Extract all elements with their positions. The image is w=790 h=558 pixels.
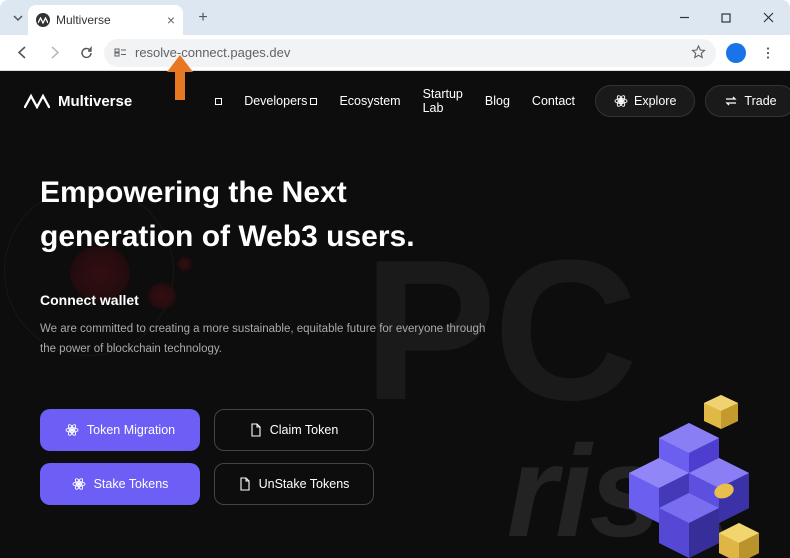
close-window-button[interactable]: [754, 4, 782, 32]
back-button[interactable]: [8, 39, 36, 67]
nav-item-contact[interactable]: Contact: [532, 87, 575, 115]
swap-icon: [724, 94, 738, 108]
nav-item-0[interactable]: [212, 87, 222, 115]
stake-tokens-button[interactable]: Stake Tokens: [40, 463, 200, 505]
annotation-arrow-icon: [155, 50, 205, 110]
site-header: Multiverse Developers Ecosystem Startup …: [0, 71, 790, 131]
connect-wallet-heading: Connect wallet: [40, 292, 750, 308]
page-content: PC risk Multiverse Developers Ecosystem …: [0, 71, 790, 558]
minimize-button[interactable]: [670, 4, 698, 32]
unstake-tokens-button[interactable]: UnStake Tokens: [214, 463, 374, 505]
claim-token-button[interactable]: Claim Token: [214, 409, 374, 451]
nav-item-blog[interactable]: Blog: [485, 87, 510, 115]
menu-button[interactable]: [754, 39, 782, 67]
square-icon: [310, 98, 317, 105]
star-icon[interactable]: [691, 45, 706, 60]
atom-icon: [614, 94, 628, 108]
chevron-down-icon: [12, 12, 24, 24]
maximize-button[interactable]: [712, 4, 740, 32]
browser-tab[interactable]: Multiverse ×: [28, 5, 183, 35]
browser-tab-strip: Multiverse × +: [0, 0, 790, 35]
nav-item-ecosystem[interactable]: Ecosystem: [339, 87, 400, 115]
profile-avatar[interactable]: [726, 43, 746, 63]
forward-button[interactable]: [40, 39, 68, 67]
hero-section: Empowering the Next generation of Web3 u…: [0, 131, 790, 359]
token-migration-button[interactable]: Token Migration: [40, 409, 200, 451]
square-icon: [215, 98, 222, 105]
hero-title: Empowering the Next generation of Web3 u…: [40, 171, 750, 258]
reload-button[interactable]: [72, 39, 100, 67]
nav-item-developers[interactable]: Developers: [244, 87, 317, 115]
explore-button[interactable]: Explore: [595, 85, 695, 117]
browser-toolbar: resolve-connect.pages.dev: [0, 35, 790, 71]
document-icon: [250, 423, 262, 437]
tab-title: Multiverse: [56, 13, 111, 27]
atom-icon: [65, 423, 79, 437]
favicon-icon: [36, 13, 50, 27]
hero-description: We are committed to creating a more sust…: [40, 320, 500, 359]
trade-button[interactable]: Trade: [705, 85, 790, 117]
cube-illustration: [579, 393, 764, 558]
tab-search-dropdown[interactable]: [8, 8, 28, 28]
new-tab-button[interactable]: +: [191, 6, 215, 30]
nav-item-startup-lab[interactable]: Startup Lab: [423, 87, 463, 115]
close-icon[interactable]: ×: [167, 12, 175, 28]
document-icon: [239, 477, 251, 491]
logo[interactable]: Multiverse: [24, 93, 132, 110]
logo-icon: [24, 93, 50, 109]
site-settings-icon[interactable]: [114, 46, 127, 59]
primary-nav: Developers Ecosystem Startup Lab Blog Co…: [212, 87, 575, 115]
atom-icon: [72, 477, 86, 491]
brand-name: Multiverse: [58, 93, 132, 110]
